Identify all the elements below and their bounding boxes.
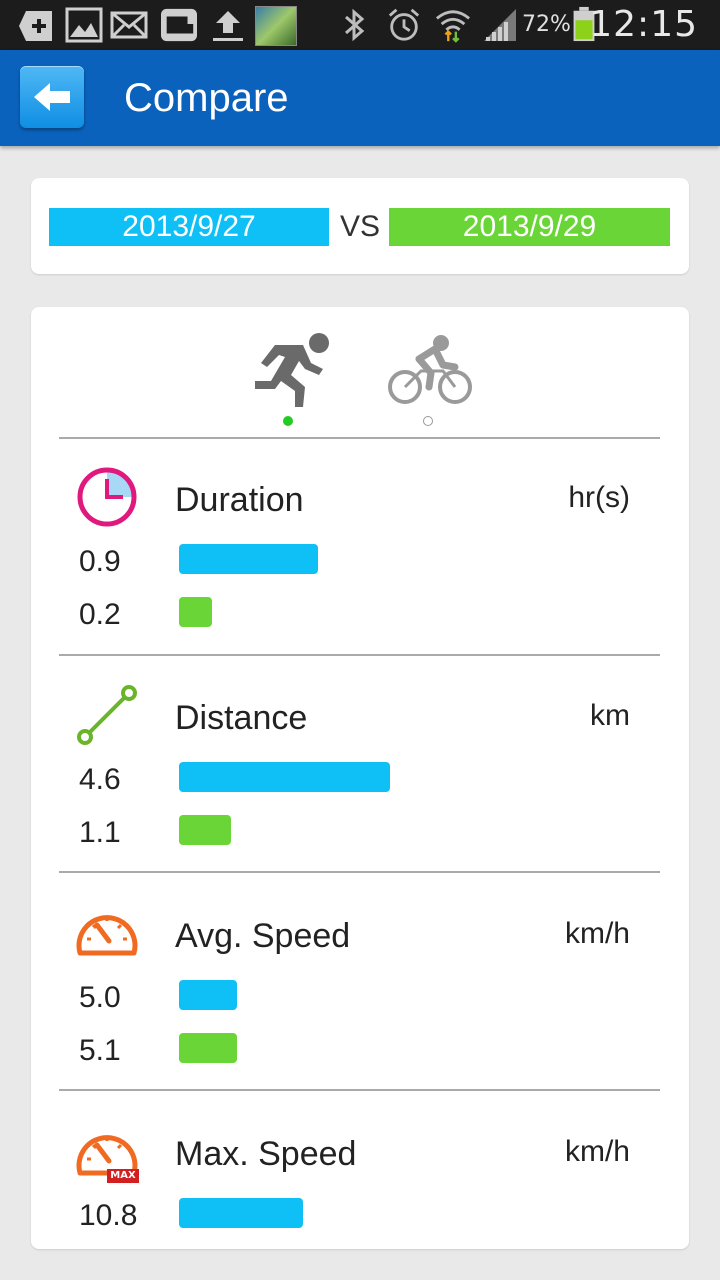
bar-b	[179, 1033, 237, 1063]
metrics-card: Duration hr(s) 0.9 0.2 Distance km 4.6 1…	[31, 307, 689, 1249]
metric-label: Max. Speed	[175, 1135, 357, 1173]
back-button[interactable]	[20, 66, 84, 128]
compare-dates-card: 2013/9/27 VS 2013/9/29	[31, 178, 689, 274]
cycling-icon	[388, 335, 472, 404]
metric-label: Distance	[175, 699, 308, 737]
running-icon	[255, 333, 329, 407]
metric-unit: km/h	[564, 917, 630, 950]
metric-unit: hr(s)	[568, 481, 630, 514]
bar-a	[179, 762, 390, 792]
sport-indicator-cycling	[423, 416, 433, 426]
clock-icon	[77, 467, 137, 527]
photo-thumbnail	[255, 6, 297, 46]
max-badge: MAX	[110, 1170, 136, 1181]
metric-label: Avg. Speed	[175, 917, 351, 955]
value-b: 0.2	[79, 598, 121, 631]
value-b: 5.1	[79, 1034, 121, 1067]
sport-tab-cycling[interactable]	[379, 327, 479, 432]
value-b: 1.1	[79, 816, 121, 849]
battery-percent: 72%	[522, 12, 571, 37]
metric-unit: km/h	[564, 1135, 630, 1168]
value-a: 10.8	[79, 1199, 138, 1232]
app-icon	[161, 8, 197, 42]
value-a: 5.0	[79, 981, 121, 1014]
add-icon	[19, 11, 52, 41]
bar-b	[179, 815, 231, 845]
divider	[59, 1089, 660, 1091]
sport-tab-running[interactable]	[239, 327, 339, 432]
status-bar: 72% 12:15	[0, 0, 720, 50]
page-title: Compare	[124, 76, 289, 120]
speedometer-icon	[76, 915, 138, 956]
value-a: 0.9	[79, 545, 121, 578]
date-a-badge[interactable]: 2013/9/27	[49, 208, 329, 246]
divider	[59, 437, 660, 439]
wifi-icon	[435, 10, 471, 43]
signal-icon	[484, 9, 516, 41]
value-a: 4.6	[79, 763, 121, 796]
image-icon	[65, 7, 103, 43]
bar-a	[179, 544, 318, 574]
bar-b	[179, 597, 212, 627]
divider	[59, 871, 660, 873]
upload-icon	[213, 11, 243, 41]
clock-time: 12:15	[589, 4, 698, 45]
date-b-badge[interactable]: 2013/9/29	[389, 208, 670, 246]
divider	[59, 654, 660, 656]
mail-icon	[110, 11, 148, 39]
metric-label: Duration	[175, 481, 304, 519]
sport-indicator-running	[283, 416, 293, 426]
back-arrow-icon	[34, 83, 70, 111]
metric-unit: km	[590, 699, 630, 732]
vs-label: VS	[340, 210, 381, 243]
distance-icon	[77, 685, 137, 745]
app-bar: Compare	[0, 50, 720, 146]
alarm-icon	[388, 8, 420, 41]
bar-a	[179, 1198, 303, 1228]
bluetooth-icon	[345, 8, 365, 42]
bar-a	[179, 980, 237, 1010]
